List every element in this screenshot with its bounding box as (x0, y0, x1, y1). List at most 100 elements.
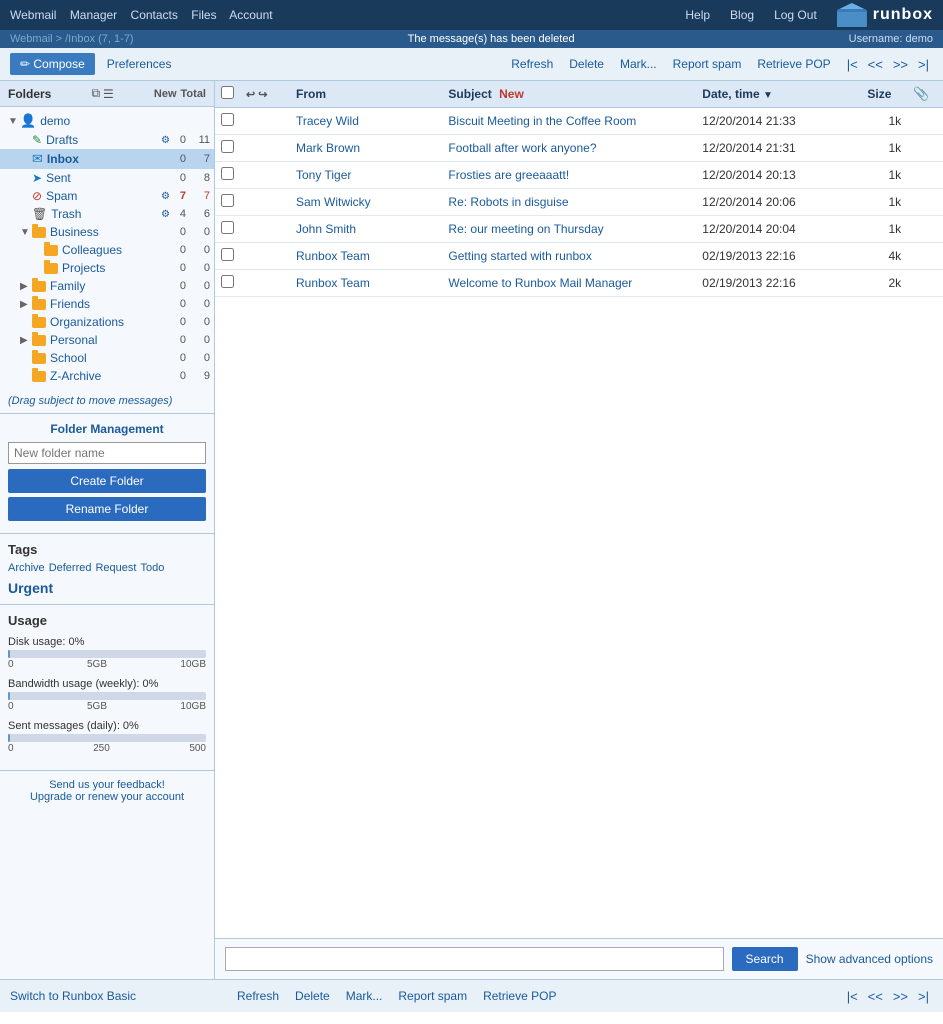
folder-item-family[interactable]: ▶ Family 0 0 (0, 277, 214, 295)
row-checkbox-6[interactable] (221, 275, 234, 288)
row-subject-1[interactable]: Football after work anyone? (442, 135, 696, 162)
folder-item-business[interactable]: ▼ Business 0 0 (0, 223, 214, 241)
nav-first-button[interactable]: |< (843, 55, 862, 74)
folder-item-friends[interactable]: ▶ Friends 0 0 (0, 295, 214, 313)
folder-item-organizations[interactable]: Organizations 0 0 (0, 313, 214, 331)
row-from-5[interactable]: Runbox Team (290, 243, 442, 270)
bottom-nav-prev[interactable]: << (864, 987, 887, 1006)
row-subject-3[interactable]: Re: Robots in disguise (442, 189, 696, 216)
table-row[interactable]: Runbox Team Getting started with runbox … (215, 243, 943, 270)
trash-settings-icon[interactable]: ⚙ (161, 209, 170, 220)
table-row[interactable]: Tracey Wild Biscuit Meeting in the Coffe… (215, 108, 943, 135)
row-subject-5[interactable]: Getting started with runbox (442, 243, 696, 270)
folder-item-colleagues[interactable]: Colleagues 0 0 (0, 241, 214, 259)
folder-item-zarchive[interactable]: Z-Archive 0 9 (0, 367, 214, 385)
folder-item-trash[interactable]: 🗑 Trash ⚙ 4 6 (0, 205, 214, 223)
folder-item-inbox[interactable]: ✉ Inbox 0 7 (0, 149, 214, 169)
subject-header[interactable]: Subject New (442, 81, 696, 108)
row-from-3[interactable]: Sam Witwicky (290, 189, 442, 216)
folder-item-sent[interactable]: ➤ Sent 0 8 (0, 169, 214, 187)
refresh-button[interactable]: Refresh (507, 53, 557, 75)
table-row[interactable]: John Smith Re: our meeting on Thursday 1… (215, 216, 943, 243)
nav-next-button[interactable]: >> (889, 55, 912, 74)
row-subject-4[interactable]: Re: our meeting on Thursday (442, 216, 696, 243)
nav-webmail[interactable]: Webmail (10, 8, 56, 22)
folder-item-school[interactable]: School 0 0 (0, 349, 214, 367)
nav-blog[interactable]: Blog (730, 8, 754, 22)
folder-item-projects[interactable]: Projects 0 0 (0, 259, 214, 277)
delete-button[interactable]: Delete (565, 53, 608, 75)
row-checkbox-3[interactable] (221, 194, 234, 207)
table-row[interactable]: Mark Brown Football after work anyone? 1… (215, 135, 943, 162)
nav-files[interactable]: Files (191, 8, 216, 22)
spam-settings-icon[interactable]: ⚙ (161, 191, 170, 202)
from-header[interactable]: From (290, 81, 442, 108)
folder-copy-icon[interactable]: ⧉ (91, 86, 100, 101)
datetime-header[interactable]: Date, time ▼ (696, 81, 861, 108)
row-checkbox-2[interactable] (221, 167, 234, 180)
nav-prev-button[interactable]: << (864, 55, 887, 74)
row-checkbox-0[interactable] (221, 113, 234, 126)
row-subject-2[interactable]: Frosties are greeaaatt! (442, 162, 696, 189)
sent-counts: 0 8 (170, 172, 210, 184)
bottom-delete-button[interactable]: Delete (291, 985, 334, 1007)
bottom-nav-next[interactable]: >> (889, 987, 912, 1006)
bottom-refresh-button[interactable]: Refresh (233, 985, 283, 1007)
logo: runbox (837, 3, 933, 27)
table-row[interactable]: Runbox Team Welcome to Runbox Mail Manag… (215, 270, 943, 297)
feedback-link-1[interactable]: Send us your feedback! (8, 779, 206, 791)
row-from-6[interactable]: Runbox Team (290, 270, 442, 297)
create-folder-button[interactable]: Create Folder (8, 469, 206, 493)
tag-urgent[interactable]: Urgent (8, 580, 53, 596)
table-row[interactable]: Sam Witwicky Re: Robots in disguise 12/2… (215, 189, 943, 216)
row-subject-0[interactable]: Biscuit Meeting in the Coffee Room (442, 108, 696, 135)
nav-account[interactable]: Account (229, 8, 272, 22)
row-from-1[interactable]: Mark Brown (290, 135, 442, 162)
tag-request[interactable]: Request (95, 562, 136, 576)
folder-item-personal[interactable]: ▶ Personal 0 0 (0, 331, 214, 349)
advanced-options-link[interactable]: Show advanced options (806, 952, 933, 966)
new-folder-input[interactable] (8, 442, 206, 464)
nav-help[interactable]: Help (685, 8, 710, 22)
search-button[interactable]: Search (732, 947, 798, 971)
size-header[interactable]: Size (861, 81, 907, 108)
folder-manage-icon[interactable]: ☰ (103, 86, 114, 101)
select-all-checkbox[interactable] (221, 86, 234, 99)
feedback-link-2[interactable]: Upgrade or renew your account (8, 791, 206, 803)
folder-item-demo[interactable]: ▼ 👤 demo (0, 111, 214, 131)
folder-name-school: School (50, 351, 170, 365)
mark-button[interactable]: Mark... (616, 53, 661, 75)
bottom-nav-first[interactable]: |< (843, 987, 862, 1006)
row-checkbox-4[interactable] (221, 221, 234, 234)
row-from-2[interactable]: Tony Tiger (290, 162, 442, 189)
folder-item-spam[interactable]: ⊘ Spam ⚙ 7 7 (0, 187, 214, 205)
row-checkbox-1[interactable] (221, 140, 234, 153)
tag-archive[interactable]: Archive (8, 562, 45, 576)
table-row[interactable]: Tony Tiger Frosties are greeaaatt! 12/20… (215, 162, 943, 189)
row-from-4[interactable]: John Smith (290, 216, 442, 243)
preferences-button[interactable]: Preferences (103, 53, 176, 75)
bottom-mark-button[interactable]: Mark... (342, 985, 387, 1007)
row-subject-6[interactable]: Welcome to Runbox Mail Manager (442, 270, 696, 297)
nav-contacts[interactable]: Contacts (131, 8, 178, 22)
bottom-nav-last[interactable]: >| (914, 987, 933, 1006)
folder-item-drafts[interactable]: ✎ Drafts ⚙ 0 11 (0, 131, 214, 149)
tag-todo[interactable]: Todo (140, 562, 164, 576)
report-spam-button[interactable]: Report spam (669, 53, 746, 75)
search-input[interactable] (225, 947, 724, 971)
tag-deferred[interactable]: Deferred (49, 562, 92, 576)
compose-button[interactable]: ✏ Compose (10, 53, 95, 75)
switch-basic-link[interactable]: Switch to Runbox Basic (10, 989, 136, 1003)
nav-manager[interactable]: Manager (70, 8, 117, 22)
breadcrumb[interactable]: Webmail > /Inbox (7, 1-7) (10, 33, 134, 45)
rename-folder-button[interactable]: Rename Folder (8, 497, 206, 521)
retrieve-pop-button[interactable]: Retrieve POP (753, 53, 834, 75)
nav-last-button[interactable]: >| (914, 55, 933, 74)
drafts-settings-icon[interactable]: ⚙ (161, 135, 170, 146)
bottom-report-spam-button[interactable]: Report spam (394, 985, 471, 1007)
bottom-retrieve-pop-button[interactable]: Retrieve POP (479, 985, 560, 1007)
row-from-0[interactable]: Tracey Wild (290, 108, 442, 135)
nav-logout[interactable]: Log Out (774, 8, 817, 22)
select-all-checkbox-header[interactable] (215, 81, 240, 108)
row-checkbox-5[interactable] (221, 248, 234, 261)
